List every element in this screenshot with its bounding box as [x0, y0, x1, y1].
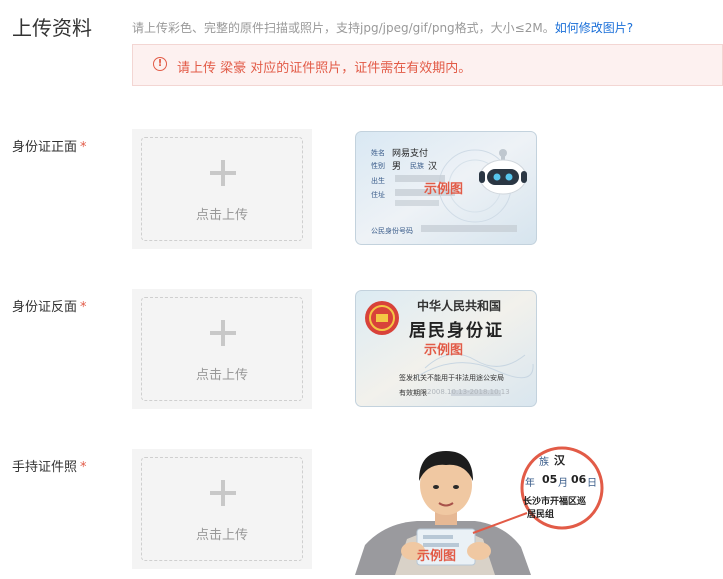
- id-front-label: 身份证正面 *: [12, 136, 87, 155]
- id-front-sample-image: 姓名 网易支付 性别 男 民族 汉 出生 住址 公民身份号码 示例图: [355, 131, 537, 245]
- id-back-upload-area: 点击上传: [132, 289, 312, 409]
- page-title: 上传资料: [12, 16, 92, 40]
- id-back-sample-image: 中华人民共和国 居民身份证 示例图 签发机关 不能用于非法用途公安局 有效期限 …: [355, 290, 537, 407]
- zoom-ethnic-label: 族: [539, 457, 549, 468]
- country-text: 中华人民共和国: [417, 299, 502, 313]
- zoom-day-label: 日: [587, 478, 597, 489]
- id-front-upload-button[interactable]: 点击上传: [141, 137, 303, 241]
- required-mark: *: [80, 460, 87, 475]
- ethnic-value: 汉: [428, 162, 438, 172]
- valid-value: 2008.10.13-2018.10.13: [427, 388, 510, 396]
- sample-label: 示例图: [417, 549, 457, 564]
- upload-text: 点击上传: [195, 208, 248, 223]
- authority-value: 不能用于非法用途公安局: [427, 374, 504, 382]
- upload-text: 点击上传: [195, 368, 248, 383]
- alert-text: 请上传 梁豪 对应的证件照片，证件需在有效期内。: [177, 61, 472, 76]
- ethnic-label: 民族: [410, 162, 424, 170]
- zoom-month-value: 05: [542, 473, 558, 486]
- birth-label: 出生: [371, 177, 385, 185]
- how-to-edit-image-link[interactable]: 如何修改图片?: [555, 21, 633, 35]
- plus-icon: [210, 480, 236, 506]
- zoom-day-value: 06: [571, 473, 587, 486]
- required-mark: *: [80, 300, 87, 315]
- upload-hint: 请上传彩色、完整的原件扫描或照片，支持jpg/jpeg/gif/png格式，大小…: [132, 19, 633, 36]
- valid-label: 有效期限: [399, 389, 427, 397]
- authority-label: 签发机关: [399, 374, 427, 382]
- id-number-label: 公民身份号码: [371, 227, 413, 235]
- id-back-upload-button[interactable]: 点击上传: [141, 297, 303, 401]
- handheld-upload-button[interactable]: 点击上传: [141, 457, 303, 561]
- upload-text: 点击上传: [195, 528, 248, 543]
- id-front-upload-area: 点击上传: [132, 129, 312, 249]
- plus-icon: [210, 160, 236, 186]
- plus-icon: [210, 320, 236, 346]
- card-title-text: 居民身份证: [409, 321, 504, 341]
- handheld-upload-area: 点击上传: [132, 449, 312, 569]
- handheld-label: 手持证件照 *: [12, 456, 87, 475]
- zoom-address-line2: 居民组: [527, 510, 555, 520]
- id-back-label: 身份证反面 *: [12, 296, 87, 315]
- sex-label: 性别: [371, 162, 385, 170]
- handheld-person-illustration: [355, 446, 604, 575]
- zoom-year-label: 年: [525, 478, 535, 489]
- info-icon: !: [153, 57, 167, 71]
- zoom-address-line1: 长沙市开福区巡: [523, 497, 587, 507]
- upload-hint-text: 请上传彩色、完整的原件扫描或照片，支持jpg/jpeg/gif/png格式，大小…: [132, 21, 555, 35]
- id-back-label-text: 身份证反面: [12, 300, 78, 315]
- id-front-label-text: 身份证正面: [12, 140, 78, 155]
- zoom-ethnic-value: 汉: [554, 454, 565, 467]
- sample-label: 示例图: [424, 343, 464, 358]
- name-value: 网易支付: [392, 149, 429, 159]
- handheld-label-text: 手持证件照: [12, 460, 78, 475]
- handheld-sample-image: 族 汉 年 05 月 06 日 长沙市开福区巡 居民组 示例图: [355, 443, 610, 575]
- name-label: 姓名: [371, 149, 385, 157]
- zoom-month-label: 月: [558, 478, 568, 489]
- required-mark: *: [80, 140, 87, 155]
- sample-label: 示例图: [424, 182, 464, 197]
- alert-banner: ! 请上传 梁豪 对应的证件照片，证件需在有效期内。: [132, 44, 723, 86]
- sex-value: 男: [392, 162, 402, 172]
- address-label: 住址: [371, 191, 385, 199]
